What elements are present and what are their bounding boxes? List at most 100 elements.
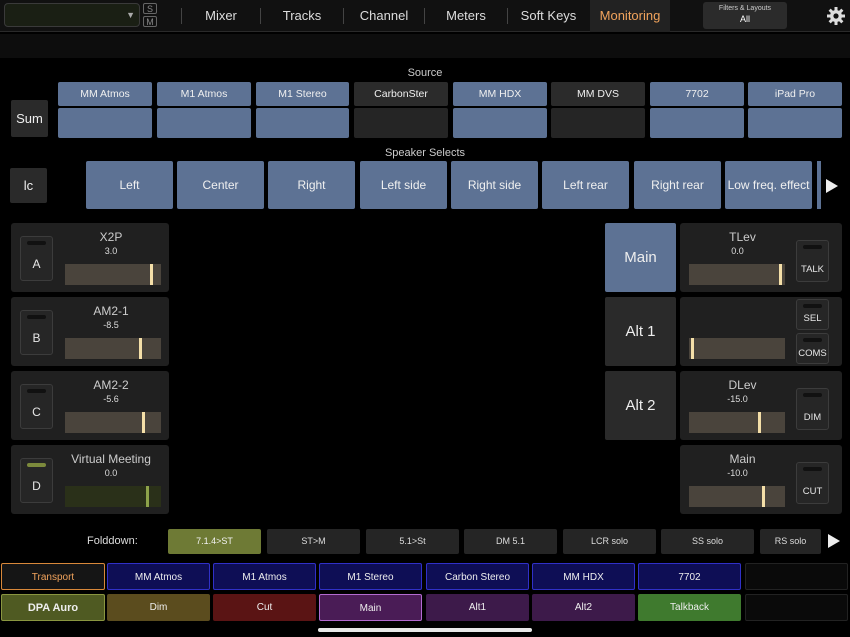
- input-select-button[interactable]: B: [20, 310, 53, 355]
- fader-knob[interactable]: [762, 486, 766, 507]
- source-button[interactable]: MM HDX: [453, 82, 547, 106]
- input-value: -8.5: [103, 320, 119, 330]
- input-fader[interactable]: [65, 486, 161, 507]
- speaker-button-right[interactable]: Right: [268, 161, 355, 209]
- speaker-button-left[interactable]: Left: [86, 161, 173, 209]
- input-fader[interactable]: [65, 338, 161, 359]
- softkey-button[interactable]: [745, 594, 848, 621]
- folddown-button[interactable]: DM 5.1: [464, 529, 557, 554]
- tab-monitoring[interactable]: Monitoring: [590, 0, 670, 32]
- cut-softkey[interactable]: Cut: [213, 594, 316, 621]
- dim-button[interactable]: DIM: [796, 388, 829, 430]
- folddown-button[interactable]: RS solo: [760, 529, 821, 554]
- source-button[interactable]: M1 Atmos: [157, 82, 251, 106]
- speaker-button-right-rear[interactable]: Right rear: [634, 161, 721, 209]
- tab-meters[interactable]: Meters: [425, 0, 507, 32]
- talkback-softkey[interactable]: Talkback: [638, 594, 741, 621]
- transport-button[interactable]: Transport: [1, 563, 105, 590]
- fader-knob[interactable]: [139, 338, 143, 359]
- softkey-button[interactable]: Carbon Stereo: [426, 563, 529, 590]
- speaker-button-left-side[interactable]: Left side: [360, 161, 447, 209]
- coms-button[interactable]: COMS: [796, 333, 829, 364]
- talk-button[interactable]: TALK: [796, 240, 829, 282]
- dim-label: DIM: [803, 412, 822, 423]
- softkey-button[interactable]: M1 Atmos: [213, 563, 316, 590]
- gear-icon[interactable]: [826, 6, 846, 26]
- fader-knob[interactable]: [690, 338, 694, 359]
- tab-mixer[interactable]: Mixer: [182, 0, 260, 32]
- softkey-button[interactable]: MM HDX: [532, 563, 635, 590]
- sel-coms-panel: SEL COMS: [680, 297, 842, 366]
- fader-knob[interactable]: [142, 412, 146, 433]
- cut-button[interactable]: CUT: [796, 462, 829, 504]
- filters-layouts-button[interactable]: Filters & Layouts All: [703, 2, 787, 29]
- dpa-auro-button[interactable]: DPA Auro: [1, 594, 105, 621]
- source-button[interactable]: iPad Pro: [748, 82, 842, 106]
- input-letter: C: [32, 405, 41, 419]
- level-fader[interactable]: [689, 412, 785, 433]
- speaker-button-center[interactable]: Center: [177, 161, 264, 209]
- folddown-button[interactable]: 7.1.4>ST: [168, 529, 261, 554]
- source-button[interactable]: MM DVS: [551, 82, 645, 106]
- input-select-button[interactable]: A: [20, 236, 53, 281]
- main-output-button[interactable]: Main: [605, 223, 676, 292]
- level-fader[interactable]: [689, 338, 785, 359]
- alt1-softkey[interactable]: Alt1: [426, 594, 529, 621]
- speaker-button-right-side[interactable]: Right side: [451, 161, 538, 209]
- source-button[interactable]: 7702: [650, 82, 744, 106]
- alt1-output-button[interactable]: Alt 1: [605, 297, 676, 366]
- status-led: [803, 393, 822, 397]
- fader-knob[interactable]: [779, 264, 783, 285]
- fader-knob[interactable]: [145, 486, 149, 507]
- source-pad[interactable]: [354, 108, 448, 138]
- source-pad[interactable]: [157, 108, 251, 138]
- source-button[interactable]: MM Atmos: [58, 82, 152, 106]
- home-indicator: [318, 628, 532, 632]
- input-fader[interactable]: [65, 412, 161, 433]
- scroll-right-icon[interactable]: [828, 534, 840, 548]
- input-select-button[interactable]: C: [20, 384, 53, 429]
- source-pad[interactable]: [256, 108, 349, 138]
- mute-indicator[interactable]: M: [143, 16, 157, 27]
- softkey-button[interactable]: M1 Stereo: [319, 563, 422, 590]
- input-name: AM2-1: [93, 304, 129, 318]
- folddown-button[interactable]: LCR solo: [563, 529, 656, 554]
- speaker-button-lfe[interactable]: Low freq. effect: [725, 161, 812, 209]
- tab-soft-keys[interactable]: Soft Keys: [508, 0, 589, 32]
- source-pad[interactable]: [453, 108, 547, 138]
- tab-tracks[interactable]: Tracks: [261, 0, 343, 32]
- source-pad[interactable]: [748, 108, 842, 138]
- main-softkey[interactable]: Main: [319, 594, 422, 621]
- source-button[interactable]: CarbonSter: [354, 82, 448, 106]
- level-fader[interactable]: [689, 264, 785, 285]
- sel-button[interactable]: SEL: [796, 299, 829, 330]
- sum-button[interactable]: Sum: [11, 100, 48, 137]
- source-button[interactable]: M1 Stereo: [256, 82, 349, 106]
- lc-button[interactable]: lc: [10, 168, 47, 203]
- folddown-button[interactable]: SS solo: [661, 529, 754, 554]
- softkey-button[interactable]: [745, 563, 848, 590]
- softkey-button[interactable]: MM Atmos: [107, 563, 210, 590]
- status-led: [27, 241, 46, 245]
- alt2-softkey[interactable]: Alt2: [532, 594, 635, 621]
- input-fader[interactable]: [65, 264, 161, 285]
- level-fader[interactable]: [689, 486, 785, 507]
- folddown-button[interactable]: 5.1>St: [366, 529, 459, 554]
- fader-knob[interactable]: [757, 412, 761, 433]
- softkey-button[interactable]: 7702: [638, 563, 741, 590]
- folddown-button[interactable]: ST>M: [267, 529, 360, 554]
- source-pad[interactable]: [58, 108, 152, 138]
- solo-indicator[interactable]: S: [143, 3, 157, 14]
- source-pad[interactable]: [650, 108, 744, 138]
- tab-channel[interactable]: Channel: [344, 0, 424, 32]
- source-pad[interactable]: [551, 108, 645, 138]
- input-select-button[interactable]: D: [20, 458, 53, 503]
- speaker-button-left-rear[interactable]: Left rear: [542, 161, 629, 209]
- level-value: -10.0: [727, 468, 748, 478]
- alt2-output-button[interactable]: Alt 2: [605, 371, 676, 440]
- fader-knob[interactable]: [149, 264, 153, 285]
- input-value: 0.0: [104, 468, 118, 478]
- dim-softkey[interactable]: Dim: [107, 594, 210, 621]
- layout-dropdown[interactable]: ▼: [4, 3, 140, 27]
- scroll-right-icon[interactable]: [826, 179, 838, 193]
